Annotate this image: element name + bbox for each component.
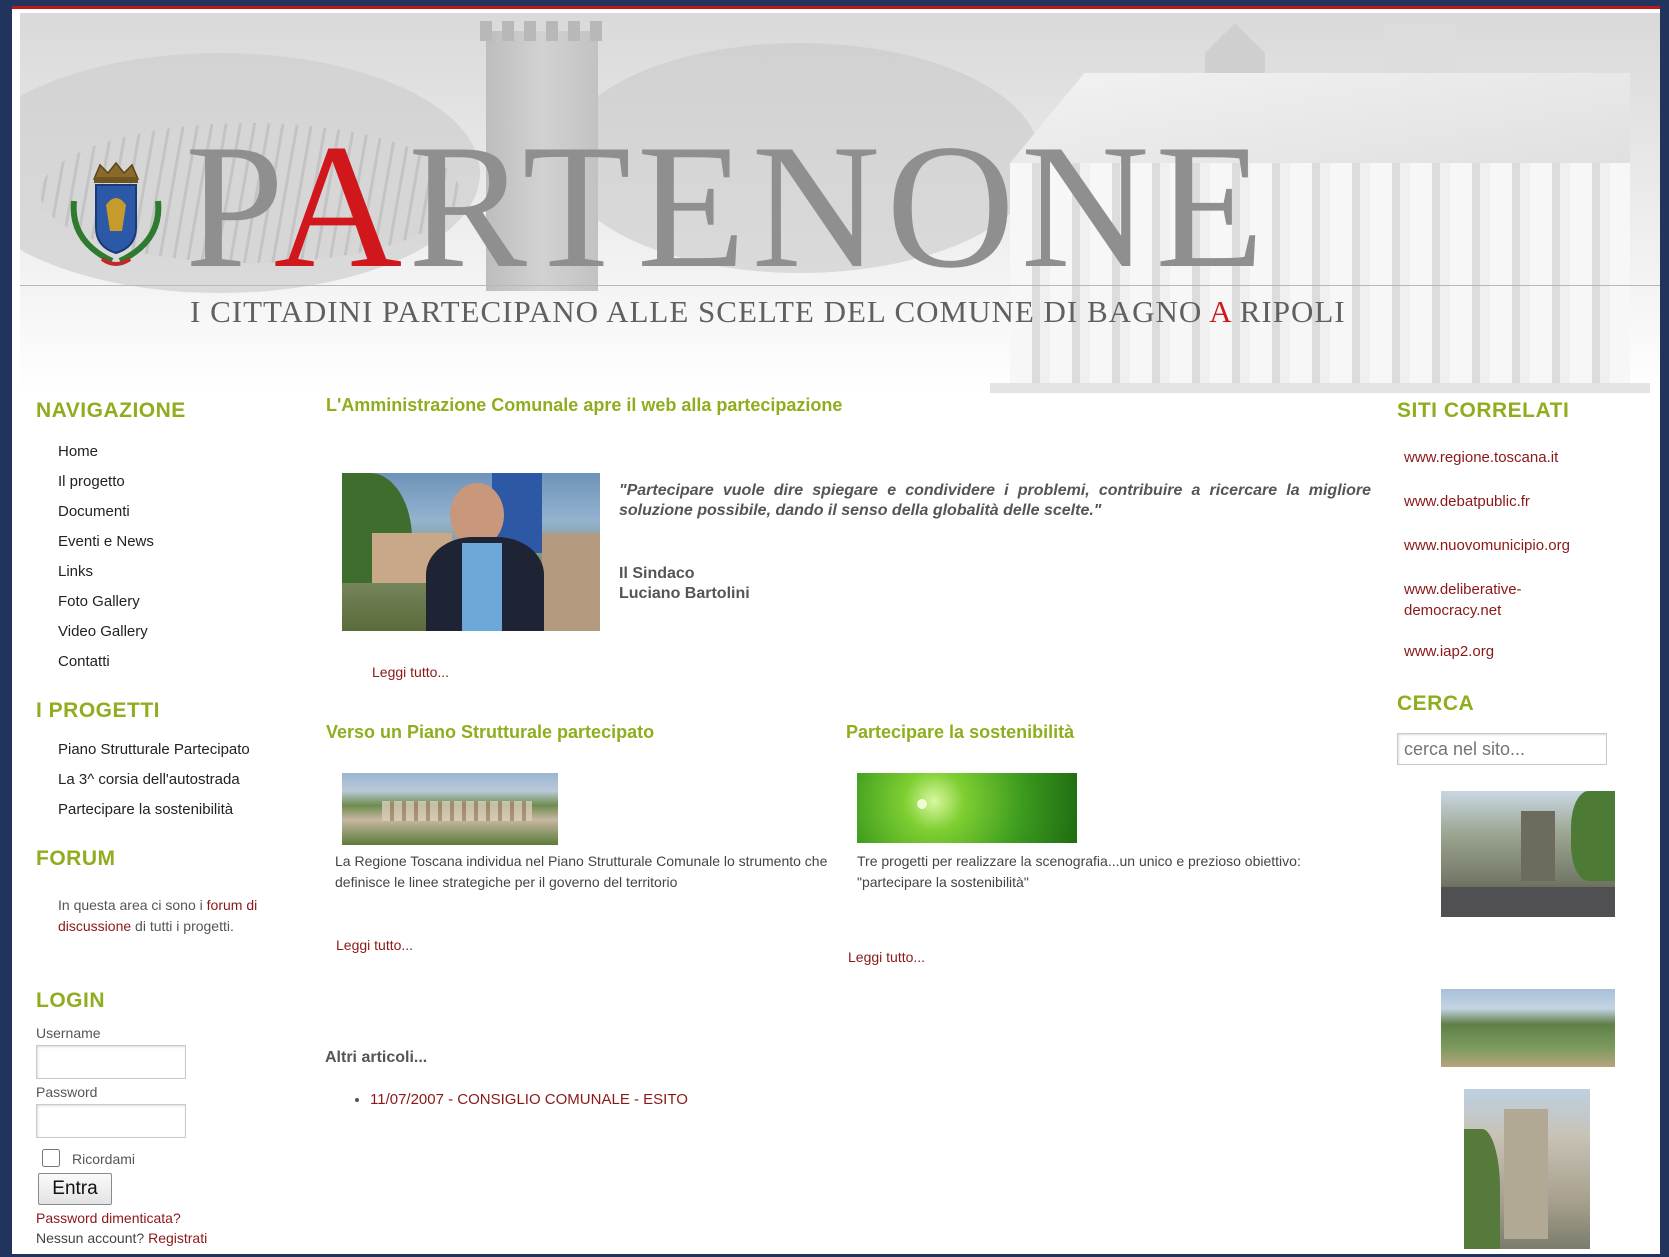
article-1-text: La Regione Toscana individua nel Piano S…	[335, 853, 828, 890]
nav-item-eventi-e-news[interactable]: Eventi e News	[58, 533, 154, 550]
nav-item-documenti[interactable]: Documenti	[58, 503, 130, 520]
temple-base	[990, 383, 1650, 393]
tagline-accent: A	[1209, 294, 1231, 329]
related-sites-title: SITI CORRELATI	[1397, 399, 1570, 422]
forum-text-end: di tutti i progetti.	[131, 918, 234, 934]
photo-water-drop	[917, 799, 927, 809]
photo-castle-tree	[1464, 1129, 1500, 1249]
photo-ruin-tree	[1571, 791, 1615, 881]
progetto-item-piano-strutturale[interactable]: Piano Strutturale Partecipato	[58, 741, 250, 758]
ruins-photo	[1441, 791, 1615, 917]
photo-shirt	[462, 543, 502, 631]
login-submit-button[interactable]: Entra	[38, 1173, 112, 1205]
logo-letters-rest: RTENONE	[408, 107, 1271, 305]
article-1-title[interactable]: Verso un Piano Strutturale partecipato	[326, 722, 654, 743]
nav-item-foto-gallery[interactable]: Foto Gallery	[58, 593, 140, 610]
no-account-text: Nessun account?	[36, 1230, 149, 1246]
site-logo-title: PARTENONE	[185, 117, 1270, 295]
login-title: LOGIN	[36, 989, 105, 1012]
article-1-read-more-link[interactable]: Leggi tutto...	[336, 937, 413, 953]
mayor-photo	[342, 473, 600, 631]
related-link-deliberative-democracy[interactable]: www.deliberative-democracy.net	[1404, 579, 1604, 621]
header-rule	[20, 285, 1660, 286]
other-articles-title: Altri articoli...	[325, 1049, 428, 1066]
search-input[interactable]	[1397, 733, 1607, 765]
header-banner: PARTENONE I CITTADINI PARTECIPANO ALLE S…	[20, 13, 1660, 393]
page-background: PARTENONE I CITTADINI PARTECIPANO ALLE S…	[0, 0, 1669, 1257]
forum-text-start: In questa area ci sono i	[58, 897, 207, 913]
related-link-debatpublic[interactable]: www.debatpublic.fr	[1404, 493, 1530, 510]
green-leaf-photo	[857, 773, 1077, 843]
article-2-text: Tre progetti per realizzare la scenograf…	[857, 853, 1301, 890]
photo-houses	[382, 801, 532, 821]
related-link-iap2[interactable]: www.iap2.org	[1404, 643, 1494, 660]
forum-description: In questa area ci sono i forum di discus…	[58, 895, 308, 937]
tagline-text: I CITTADINI PARTECIPANO ALLE SCELTE DEL …	[190, 294, 1210, 329]
photo-ruin-tower	[1521, 811, 1555, 881]
logo-letter-a-accent: A	[273, 107, 409, 305]
nav-item-links[interactable]: Links	[58, 563, 93, 580]
article-2-title[interactable]: Partecipare la sostenibilità	[846, 722, 1074, 743]
article-2-read-more-link[interactable]: Leggi tutto...	[848, 949, 925, 965]
remember-label[interactable]: Ricordami	[72, 1151, 135, 1167]
valley-photo	[1441, 989, 1615, 1067]
remember-checkbox[interactable]	[42, 1149, 60, 1167]
forum-title: FORUM	[36, 847, 116, 870]
password-label: Password	[36, 1084, 98, 1100]
photo-castle-tower	[1504, 1109, 1548, 1239]
castle-tower-photo	[1464, 1089, 1590, 1249]
nav-item-video-gallery[interactable]: Video Gallery	[58, 623, 148, 640]
username-input[interactable]	[36, 1045, 186, 1079]
no-account-line: Nessun account? Registrati	[36, 1230, 207, 1246]
nav-item-contatti[interactable]: Contatti	[58, 653, 110, 670]
nav-title: NAVIGAZIONE	[36, 399, 186, 422]
lead-author-name: Luciano Bartolini	[619, 585, 750, 602]
related-link-nuovomunicipio[interactable]: www.nuovomunicipio.org	[1404, 537, 1570, 554]
lead-quote: "Partecipare vuole dire spiegare e condi…	[619, 482, 1371, 519]
lead-author: Il Sindaco Luciano Bartolini	[619, 564, 750, 604]
site-tagline: I CITTADINI PARTECIPANO ALLE SCELTE DEL …	[190, 294, 1346, 330]
forgot-password-link[interactable]: Password dimenticata?	[36, 1210, 181, 1226]
related-link-regione-toscana[interactable]: www.regione.toscana.it	[1404, 449, 1558, 466]
photo-wall	[542, 533, 600, 631]
municipal-crest-icon	[70, 161, 162, 266]
town-panorama-photo	[342, 773, 558, 845]
lead-author-role: Il Sindaco	[619, 565, 695, 582]
progetti-title: I PROGETTI	[36, 699, 161, 722]
logo-letter-p: P	[185, 107, 274, 305]
other-article-link[interactable]: 11/07/2007 - CONSIGLIO COMUNALE - ESITO	[370, 1091, 688, 1108]
nav-item-home[interactable]: Home	[58, 443, 98, 460]
nav-item-il-progetto[interactable]: Il progetto	[58, 473, 125, 490]
search-title: CERCA	[1397, 692, 1475, 715]
progetto-item-terza-corsia[interactable]: La 3^ corsia dell'autostrada	[58, 771, 240, 788]
password-input[interactable]	[36, 1104, 186, 1138]
username-label: Username	[36, 1025, 101, 1041]
other-articles-list: 11/07/2007 - CONSIGLIO COMUNALE - ESITO	[350, 1091, 688, 1108]
lead-read-more-link[interactable]: Leggi tutto...	[372, 664, 449, 680]
site-frame: PARTENONE I CITTADINI PARTECIPANO ALLE S…	[12, 6, 1660, 1254]
progetto-item-sostenibilita[interactable]: Partecipare la sostenibilità	[58, 801, 233, 818]
lead-article-title[interactable]: L'Amministrazione Comunale apre il web a…	[326, 395, 842, 416]
photo-road	[1441, 887, 1615, 917]
other-article-item: 11/07/2007 - CONSIGLIO COMUNALE - ESITO	[370, 1091, 688, 1108]
register-link[interactable]: Registrati	[148, 1230, 207, 1246]
tagline-end: RIPOLI	[1230, 294, 1346, 329]
